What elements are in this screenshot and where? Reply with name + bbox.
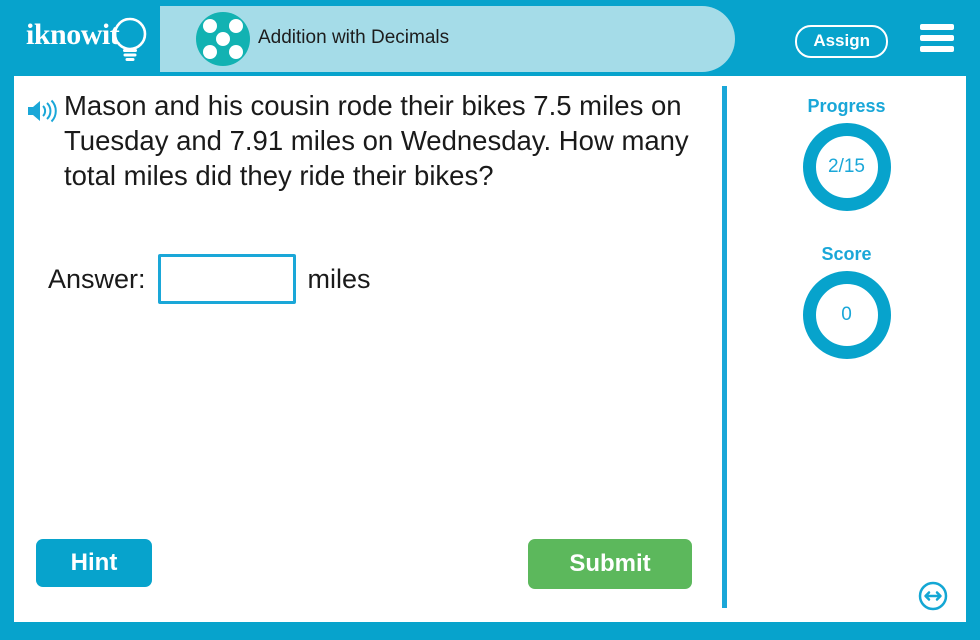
answer-input[interactable] <box>157 254 296 304</box>
progress-stat: Progress 2/15 <box>727 96 966 211</box>
question-text: Mason and his cousin rode their bikes 7.… <box>64 90 689 191</box>
answer-unit-label: miles <box>307 263 371 294</box>
dice-dot <box>203 45 217 59</box>
lightbulb-icon <box>113 17 147 61</box>
hint-button[interactable]: Hint <box>36 539 152 587</box>
score-ring: 0 <box>802 271 891 359</box>
submit-button[interactable]: Submit <box>528 539 692 589</box>
dice-dot <box>203 19 217 33</box>
app-header: iknowit Addition with Decimals Assign <box>0 0 980 76</box>
dice-dot <box>229 45 243 59</box>
lesson-title: Addition with Decimals <box>258 27 450 48</box>
progress-value: 2/15 <box>828 156 865 177</box>
dice-five-icon <box>196 12 250 66</box>
score-stat: Score 0 <box>727 244 966 359</box>
answer-row: Answer: miles <box>48 254 371 304</box>
progress-label: Progress <box>807 96 886 116</box>
frame-border-right <box>966 0 980 640</box>
frame-border-bottom <box>0 622 980 640</box>
hamburger-bar <box>920 24 954 30</box>
dice-dot <box>216 32 230 46</box>
hamburger-bar <box>920 35 954 41</box>
answer-label: Answer: <box>48 263 146 294</box>
iknowit-logo[interactable]: iknowit <box>26 14 154 64</box>
progress-ring: 2/15 <box>802 123 891 211</box>
speaker-audio-icon[interactable] <box>26 98 58 124</box>
hamburger-bar <box>920 46 954 52</box>
question-panel: Mason and his cousin rode their bikes 7.… <box>14 76 722 622</box>
assign-button[interactable]: Assign <box>795 25 888 58</box>
logo-wordmark: iknowit <box>26 18 120 51</box>
hamburger-menu-icon[interactable] <box>920 24 954 52</box>
app-window: iknowit Addition with Decimals Assign Ma… <box>0 0 980 640</box>
score-label: Score <box>821 244 872 264</box>
frame-border-left <box>0 0 14 640</box>
resize-horizontal-icon[interactable] <box>917 580 949 612</box>
score-value: 0 <box>841 304 852 325</box>
dice-dot <box>229 19 243 33</box>
stats-sidebar: Progress 2/15 Score 0 <box>727 76 966 622</box>
